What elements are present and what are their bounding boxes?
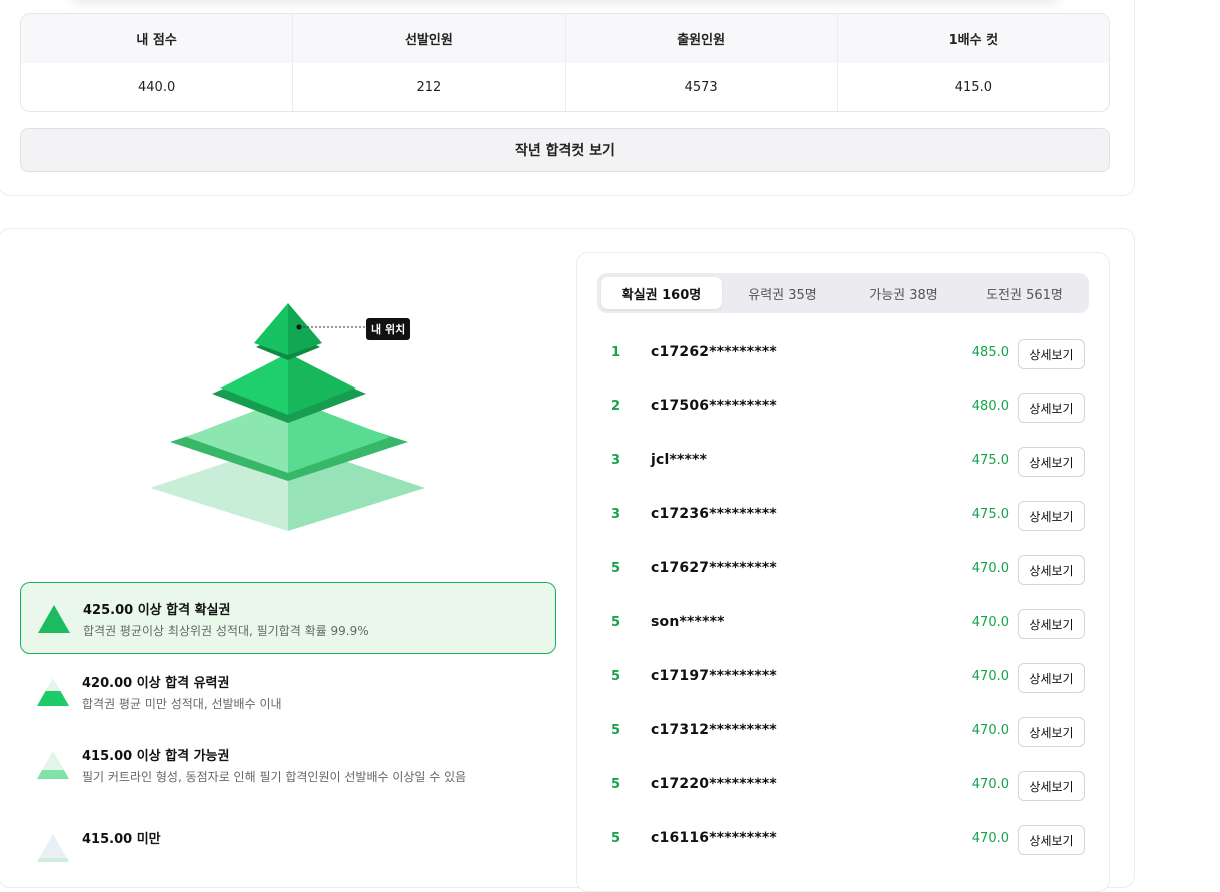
user-score: 470.0 [971, 615, 1009, 630]
value-cutoff: 415.0 [954, 80, 992, 95]
detail-button[interactable]: 상세보기 [1018, 771, 1085, 801]
ranking-row: 5 c16116********* 470.0 상세보기 [577, 812, 1111, 866]
user-score: 470.0 [971, 561, 1009, 576]
tab-challenge[interactable]: 도전권 561명 [964, 277, 1085, 309]
legend-title: 415.00 미만 [82, 832, 161, 847]
user-id: c17312********* [651, 722, 777, 738]
user-score: 475.0 [971, 453, 1009, 468]
rank-number: 5 [611, 615, 621, 630]
rank-number: 5 [611, 669, 621, 684]
detail-button[interactable]: 상세보기 [1018, 663, 1085, 693]
tab-certain[interactable]: 확실권 160명 [601, 277, 722, 309]
legend-below[interactable]: 415.00 미만 [20, 812, 556, 884]
user-score: 470.0 [971, 669, 1009, 684]
user-id: c17197********* [651, 668, 777, 684]
header-selection-count: 선발인원 [293, 14, 566, 63]
ranking-row: 5 c17312********* 470.0 상세보기 [577, 704, 1111, 758]
tier-possible-icon [37, 751, 69, 779]
user-id: jcl***** [651, 452, 708, 468]
ranking-panel: 확실권 160명 유력권 35명 가능권 38명 도전권 561명 1 c172… [576, 252, 1110, 892]
rank-number: 5 [611, 831, 621, 846]
legend-likely[interactable]: 420.00 이상 합격 유력권 합격권 평균 미만 성적대, 선발배수 이내 [20, 656, 556, 728]
value-selection-count: 212 [293, 63, 566, 111]
user-score: 470.0 [971, 831, 1009, 846]
rank-number: 1 [611, 345, 621, 360]
value-applicant-count: 4573 [566, 63, 838, 111]
ranking-row: 5 c17220********* 470.0 상세보기 [577, 758, 1111, 812]
detail-button[interactable]: 상세보기 [1018, 609, 1085, 639]
user-score: 485.0 [971, 345, 1009, 360]
legend-title: 425.00 이상 합격 확실권 [83, 603, 231, 618]
ranking-row: 5 c17627********* 470.0 상세보기 [577, 542, 1111, 596]
ranking-row: 5 son****** 470.0 상세보기 [577, 596, 1111, 650]
header-applicant-count: 출원인원 [566, 14, 838, 63]
ranking-row: 3 jcl***** 475.0 상세보기 [577, 434, 1111, 488]
detail-button[interactable]: 상세보기 [1018, 555, 1085, 585]
ranking-row: 3 c17236********* 475.0 상세보기 [577, 488, 1111, 542]
user-score: 470.0 [971, 723, 1009, 738]
user-id: c17220********* [651, 776, 777, 792]
legend-title: 415.00 이상 합격 가능권 [82, 749, 230, 764]
rank-number: 3 [611, 453, 621, 468]
tab-possible[interactable]: 가능권 38명 [843, 277, 964, 309]
detail-button[interactable]: 상세보기 [1018, 717, 1085, 747]
legend-possible[interactable]: 415.00 이상 합격 가능권 필기 커트라인 형성, 동점자로 인해 필기 … [20, 729, 556, 801]
my-position-label: 내 위치 [366, 318, 411, 340]
tier-below-icon [37, 834, 69, 862]
rank-number: 5 [611, 723, 621, 738]
detail-button[interactable]: 상세보기 [1018, 393, 1085, 423]
ranking-row: 2 c17506********* 480.0 상세보기 [577, 380, 1111, 434]
user-id: son****** [651, 614, 725, 630]
value-my-score: 440.0 [21, 63, 294, 111]
user-id: c17627********* [651, 560, 777, 576]
score-table-values: 440.0 212 4573 415.0 [21, 63, 1109, 111]
score-table-header: 내 점수 선발인원 출원인원 1배수 컷 [21, 14, 1109, 63]
user-score: 480.0 [971, 399, 1009, 414]
rank-number: 3 [611, 507, 621, 522]
legend-desc: 합격권 평균 미만 성적대, 선발배수 이내 [82, 697, 282, 711]
header-cutoff: 1배수 컷 [948, 33, 999, 48]
ranking-row: 5 c17197********* 470.0 상세보기 [577, 650, 1111, 704]
header-my-score: 내 점수 [21, 14, 294, 63]
rank-number: 2 [611, 399, 621, 414]
user-score: 470.0 [971, 777, 1009, 792]
legend-desc: 합격권 평균이상 최상위권 성적대, 필기합격 확률 99.9% [83, 624, 369, 638]
tier-likely-icon [37, 678, 69, 706]
tab-likely[interactable]: 유력권 35명 [722, 277, 843, 309]
tier-certain-icon [38, 605, 70, 633]
score-table: 내 점수 선발인원 출원인원 1배수 컷 440.0 212 4573 415.… [20, 13, 1110, 112]
user-id: c17262********* [651, 344, 777, 360]
user-id: c17506********* [651, 398, 777, 414]
legend-desc: 필기 커트라인 형성, 동점자로 인해 필기 합격인원이 선발배수 이상일 수 … [82, 770, 467, 784]
detail-button[interactable]: 상세보기 [1018, 501, 1085, 531]
legend-title: 420.00 이상 합격 유력권 [82, 676, 230, 691]
user-id: c16116********* [651, 830, 777, 846]
rank-number: 5 [611, 561, 621, 576]
user-id: c17236********* [651, 506, 777, 522]
detail-button[interactable]: 상세보기 [1018, 447, 1085, 477]
detail-button[interactable]: 상세보기 [1018, 339, 1085, 369]
ranking-row: 1 c17262********* 485.0 상세보기 [577, 326, 1111, 380]
tier-tabs: 확실권 160명 유력권 35명 가능권 38명 도전권 561명 [597, 273, 1089, 313]
legend-certain[interactable]: 425.00 이상 합격 확실권 합격권 평균이상 최상위권 성적대, 필기합격… [20, 582, 556, 654]
last-year-cutoff-button[interactable]: 작년 합격컷 보기 [20, 128, 1110, 172]
rank-number: 5 [611, 777, 621, 792]
user-score: 475.0 [971, 507, 1009, 522]
detail-button[interactable]: 상세보기 [1018, 825, 1085, 855]
